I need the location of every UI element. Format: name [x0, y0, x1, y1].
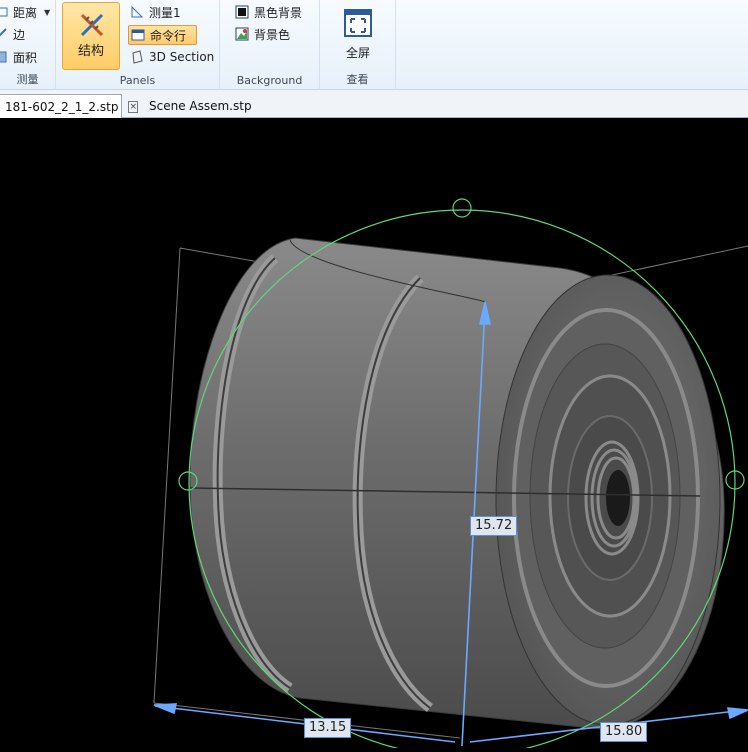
- command-line-label: 命令行: [150, 28, 187, 43]
- cylinder-part[interactable]: [189, 237, 725, 731]
- black-background-icon: [235, 5, 249, 19]
- panel-measure1-button[interactable]: 测量1: [130, 2, 181, 22]
- fullscreen-icon: [343, 8, 373, 38]
- dimension-height-label: 15.72: [470, 516, 518, 536]
- section-icon: [130, 50, 144, 64]
- chevron-down-icon[interactable]: ▼: [44, 8, 50, 17]
- panels-group-label: Panels: [119, 74, 156, 87]
- section-3d-button[interactable]: 3D Section: [130, 47, 214, 67]
- view-group-label: 查看: [346, 73, 369, 86]
- background-group-label: Background: [236, 74, 303, 87]
- background-color-label: 背景色: [254, 27, 291, 42]
- close-icon[interactable]: ×: [128, 100, 138, 113]
- section-3d-label: 3D Section: [149, 50, 215, 64]
- 3d-viewport[interactable]: 15.72 13.15 15.80: [0, 118, 748, 752]
- background-group: 黑色背景 背景色 Background: [220, 0, 320, 90]
- black-background-label: 黑色背景: [254, 5, 303, 20]
- structure-button[interactable]: 结构: [62, 2, 120, 70]
- fullscreen-button[interactable]: 全屏: [330, 8, 386, 64]
- dimension-width-label: 13.15: [304, 718, 352, 738]
- measure-edge-label: 边: [13, 27, 26, 42]
- document-tabbar: 181-602_2_1_2.stp × Scene Assem.stp: [0, 90, 748, 118]
- tab-181-602[interactable]: 181-602_2_1_2.stp ×: [0, 94, 138, 118]
- measure-edge-button[interactable]: 边: [0, 24, 25, 44]
- sphere-handle-top[interactable]: [452, 198, 472, 218]
- ribbon: 距离 ▼ 边 面积 测量 结构 测量1 命令行 3D Section Panel…: [0, 0, 748, 90]
- measure-distance-button[interactable]: 距离 ▼: [0, 2, 50, 22]
- panels-group: 结构 测量1 命令行 3D Section Panels: [56, 0, 220, 90]
- measure-group-label: 测量: [16, 73, 39, 86]
- tab-label: Scene Assem.stp: [149, 99, 252, 113]
- command-window-icon: [131, 28, 145, 42]
- fullscreen-label: 全屏: [345, 46, 370, 60]
- dimension-depth-label: 15.80: [600, 722, 648, 742]
- measure-distance-label: 距离: [13, 5, 38, 20]
- area-icon: [0, 50, 8, 64]
- black-background-button[interactable]: 黑色背景: [235, 2, 302, 22]
- measure-area-button[interactable]: 面积: [0, 47, 37, 67]
- background-color-icon: [235, 27, 249, 41]
- measure-group: 距离 ▼ 边 面积 测量: [0, 0, 56, 90]
- measure-area-label: 面积: [13, 50, 38, 65]
- distance-icon: [0, 5, 8, 19]
- ruler-triangle-icon: [130, 5, 144, 19]
- background-color-button[interactable]: 背景色: [235, 24, 290, 44]
- command-line-button[interactable]: 命令行: [128, 25, 198, 45]
- tab-scene-assem[interactable]: Scene Assem.stp: [143, 94, 258, 118]
- tab-label: 181-602_2_1_2.stp: [5, 99, 119, 114]
- structure-button-label: 结构: [77, 44, 104, 59]
- model-view[interactable]: [0, 118, 748, 752]
- edge-icon: [0, 27, 8, 41]
- panel-measure1-label: 测量1: [149, 5, 181, 20]
- view-group: 全屏 查看: [320, 0, 396, 90]
- dna-structure-icon: [77, 10, 107, 40]
